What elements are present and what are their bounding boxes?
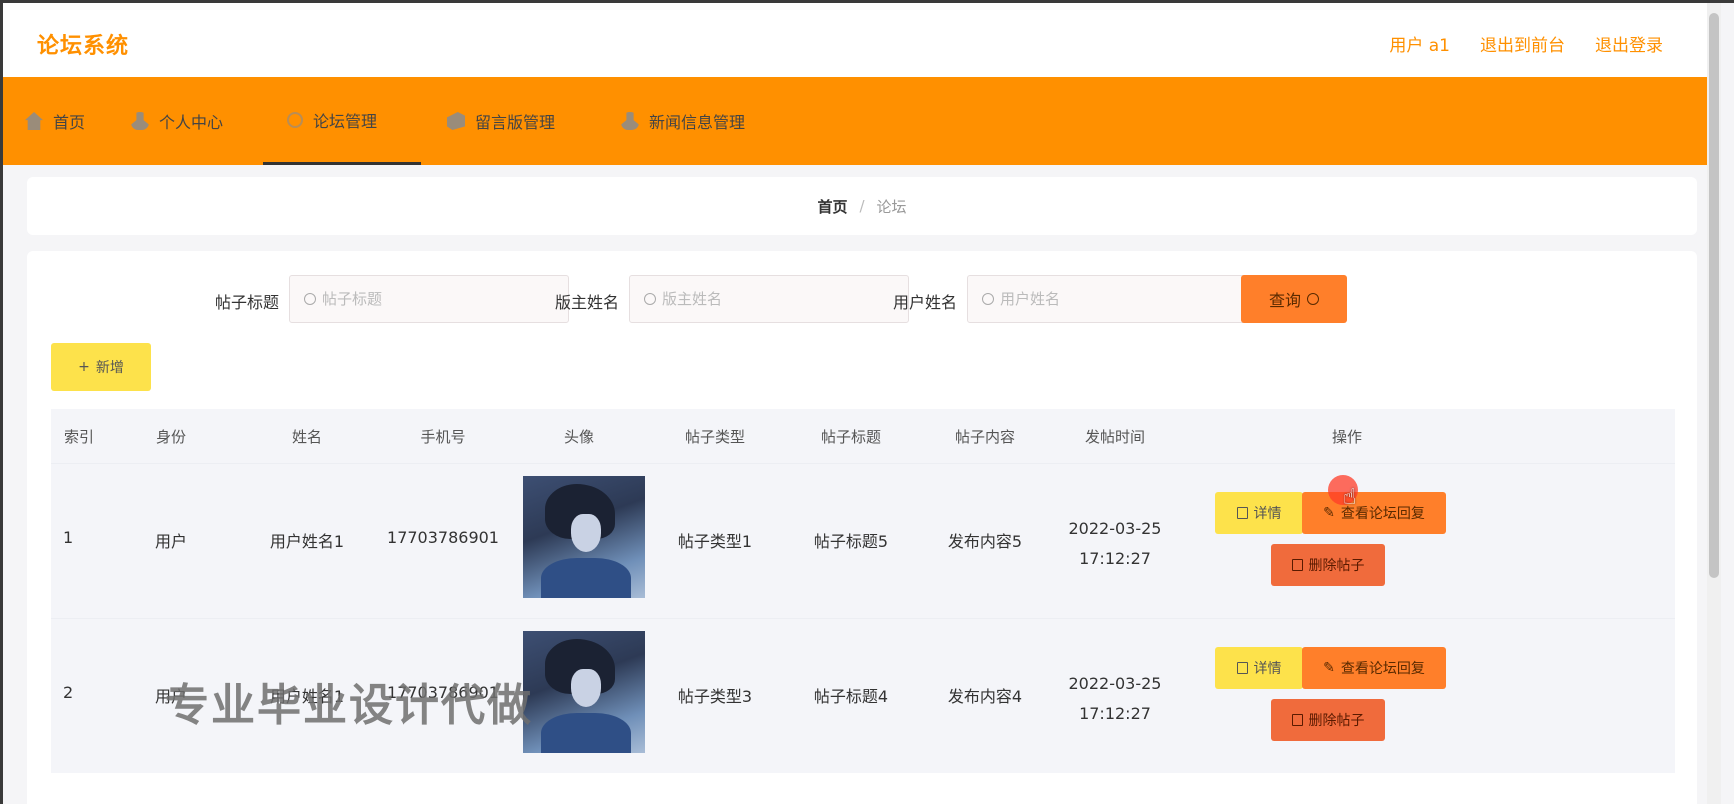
column-header-post-content: 帖子内容 — [954, 428, 1016, 446]
nav-item-label: 论坛管理 — [313, 111, 378, 131]
breadcrumb-separator: / — [859, 197, 865, 215]
edit-icon: ✎ — [1323, 660, 1335, 676]
detail-button-label: 详情 — [1253, 506, 1282, 522]
owner-name-label: 版主姓名 — [555, 293, 620, 312]
query-button-label: 查询 — [1268, 291, 1301, 310]
edit-icon: ✎ — [1323, 505, 1335, 521]
table-row: 1 用户 用户姓名1 17703786901 帖子类型1 帖子标题5 发布内容5… — [51, 463, 1675, 618]
nav-item-home[interactable]: 首页 — [25, 77, 85, 165]
owner-name-input[interactable] — [662, 290, 862, 308]
cell-post-title: 帖子标题5 — [813, 532, 889, 551]
cell-role: 用户 — [154, 532, 188, 551]
delete-post-button-label: 删除帖子 — [1308, 558, 1365, 574]
forum-icon — [287, 111, 303, 128]
delete-post-button-label: 删除帖子 — [1308, 713, 1365, 729]
user-name-input[interactable] — [1000, 290, 1200, 308]
watermark: 专业毕业设计代做 — [165, 680, 533, 731]
search-icon — [982, 293, 994, 305]
detail-button-label: 详情 — [1253, 661, 1282, 677]
scrollbar[interactable] — [1707, 3, 1721, 804]
cell-post-title: 帖子标题4 — [813, 687, 889, 706]
query-button[interactable]: 查询 — [1241, 275, 1347, 323]
search-icon — [304, 293, 316, 305]
user-name-label: 用户姓名 — [893, 293, 958, 312]
cell-post-time: 2022-03-25 17:12:27 — [1068, 519, 1162, 568]
column-header-post-time: 发帖时间 — [1084, 428, 1146, 446]
detail-button[interactable]: 详情 — [1215, 492, 1303, 534]
app: 论坛系统 用户 a1 退出到前台 退出登录 首页 个人中心 论坛管理 留言版管理… — [3, 3, 1721, 804]
news-icon — [621, 112, 639, 130]
column-header-actions: 操作 — [1331, 428, 1363, 446]
column-header-role: 身份 — [155, 428, 187, 446]
trash-icon — [1291, 714, 1303, 726]
cell-phone: 17703786901 — [387, 528, 499, 547]
add-button-label: 新增 — [95, 360, 124, 376]
cell-name: 用户姓名1 — [269, 532, 345, 551]
breadcrumb: 首页 / 论坛 — [27, 177, 1697, 235]
nav-item-label: 留言版管理 — [475, 113, 556, 132]
column-header-phone: 手机号 — [420, 428, 466, 446]
top-header: 论坛系统 用户 a1 退出到前台 退出登录 — [3, 3, 1721, 77]
cell-post-time: 2022-03-25 17:12:27 — [1068, 674, 1162, 723]
column-header-post-type: 帖子类型 — [684, 428, 746, 446]
search-icon — [1307, 293, 1319, 305]
main-nav: 首页 个人中心 论坛管理 留言版管理 新闻信息管理 — [3, 77, 1721, 165]
trash-icon — [1291, 559, 1303, 571]
breadcrumb-current: 论坛 — [876, 197, 907, 216]
brand-title: 论坛系统 — [37, 34, 130, 59]
cell-index: 2 — [63, 683, 74, 702]
owner-name-field[interactable] — [629, 275, 909, 323]
nav-item-label: 首页 — [53, 113, 86, 132]
plus-icon: + — [78, 359, 90, 375]
home-icon — [25, 112, 43, 130]
avatar — [523, 476, 645, 598]
column-header-name: 姓名 — [291, 428, 323, 446]
nav-item-personal-center[interactable]: 个人中心 — [131, 77, 223, 165]
view-replies-button-label: 查看论坛回复 — [1340, 661, 1425, 677]
post-title-input[interactable] — [322, 290, 522, 308]
document-icon — [1236, 662, 1248, 674]
user-name-field[interactable] — [967, 275, 1247, 323]
header-links: 用户 a1 退出到前台 退出登录 — [1389, 31, 1663, 56]
post-title-label: 帖子标题 — [215, 293, 280, 312]
document-icon — [1236, 507, 1248, 519]
cell-post-type: 帖子类型3 — [677, 687, 753, 706]
nav-item-label: 新闻信息管理 — [649, 113, 746, 132]
avatar — [523, 631, 645, 753]
nav-item-news[interactable]: 新闻信息管理 — [621, 77, 745, 165]
post-title-field[interactable] — [289, 275, 569, 323]
table-header: 索引 身份 姓名 手机号 头像 帖子类型 帖子标题 帖子内容 发帖时间 操作 — [51, 409, 1675, 463]
search-form: 帖子标题 版主姓名 用户姓名 查询 — [27, 275, 1697, 323]
view-replies-button[interactable]: ✎ 查看论坛回复 — [1302, 647, 1446, 689]
user-icon — [131, 112, 149, 130]
cell-post-content: 发布内容5 — [947, 532, 1023, 551]
cell-post-type: 帖子类型1 — [677, 532, 753, 551]
delete-post-button[interactable]: 删除帖子 — [1271, 544, 1385, 586]
search-icon — [644, 293, 656, 305]
delete-post-button[interactable]: 删除帖子 — [1271, 699, 1385, 741]
detail-button[interactable]: 详情 — [1215, 647, 1303, 689]
nav-item-message-board[interactable]: 留言版管理 — [447, 77, 555, 165]
view-replies-button[interactable]: ✎ 查看论坛回复 — [1302, 492, 1446, 534]
add-button[interactable]: + 新增 — [51, 343, 151, 391]
cell-index: 1 — [63, 528, 74, 547]
column-header-avatar: 头像 — [563, 428, 595, 446]
current-user-link[interactable]: 用户 a1 — [1389, 31, 1450, 56]
message-icon — [447, 112, 465, 130]
column-header-post-title: 帖子标题 — [820, 428, 882, 446]
cell-post-content: 发布内容4 — [947, 687, 1023, 706]
breadcrumb-home[interactable]: 首页 — [817, 196, 847, 217]
exit-to-front-link[interactable]: 退出到前台 — [1480, 31, 1565, 56]
nav-item-forum-management[interactable]: 论坛管理 — [263, 77, 421, 165]
scrollbar-thumb[interactable] — [1709, 13, 1719, 578]
logout-link[interactable]: 退出登录 — [1595, 31, 1663, 56]
column-header-index: 索引 — [63, 428, 95, 446]
hand-cursor-icon: ☝ — [1343, 485, 1357, 510]
nav-item-label: 个人中心 — [159, 113, 224, 132]
